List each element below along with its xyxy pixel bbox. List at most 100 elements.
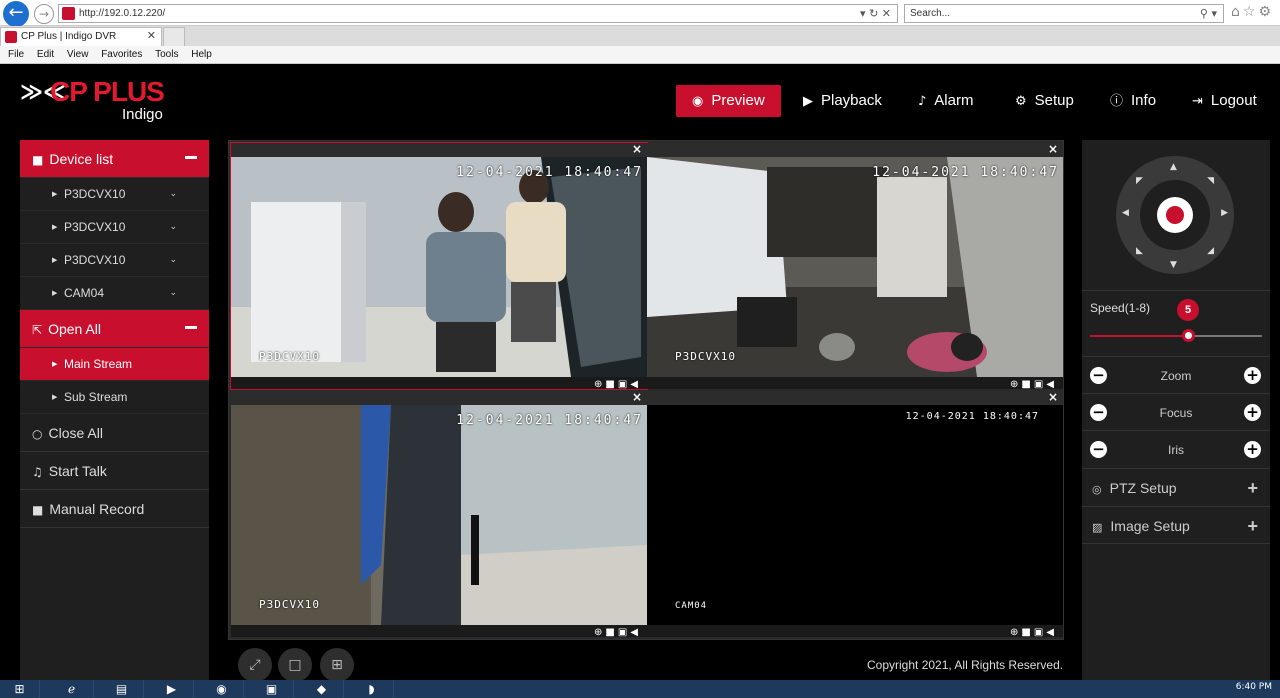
sub-stream-label: Sub Stream bbox=[64, 390, 128, 404]
tile-toolbar: ⊕■▣◀ bbox=[231, 377, 647, 390]
down-arrow-icon[interactable]: ▼ bbox=[1170, 260, 1177, 270]
main-stream-item[interactable]: ▶ Main Stream bbox=[20, 348, 209, 381]
close-icon[interactable]: × bbox=[1048, 142, 1058, 156]
tile-timestamp: 12-04-2021 18:40:47 bbox=[456, 165, 643, 180]
media-taskbar-icon[interactable]: ▶ bbox=[150, 680, 194, 698]
tab-row: CP Plus | Indigo DVR ✕ bbox=[0, 26, 1280, 46]
video-tile-2[interactable]: × 12-04-2021 18:40:47 P3DCVX10 ⊕■▣◀ bbox=[647, 142, 1063, 390]
focus-plus-button[interactable]: + bbox=[1244, 404, 1261, 421]
zoom-record-snapshot-audio-icons[interactable]: ⊕■▣◀ bbox=[1010, 379, 1057, 390]
app2-taskbar-icon[interactable]: ◗ bbox=[350, 680, 394, 698]
address-row: ← → http://192.0.12.220/ ▾ ↻ ✕ Search...… bbox=[0, 0, 1280, 27]
menu-edit[interactable]: Edit bbox=[37, 49, 54, 60]
zoom-record-snapshot-audio-icons[interactable]: ⊕■▣◀ bbox=[594, 627, 641, 638]
nav-alarm[interactable]: ♪ Alarm bbox=[918, 85, 973, 117]
ptz-joystick[interactable]: ▲ ▼ ◀ ▶ ◤ ◥ ◣ ◢ bbox=[1116, 156, 1234, 274]
anydesk-taskbar-icon[interactable]: ◆ bbox=[300, 680, 344, 698]
search-placeholder: Search... bbox=[910, 8, 951, 19]
expand-plus-icon[interactable]: + bbox=[1247, 507, 1258, 545]
collapse-icon[interactable] bbox=[185, 156, 197, 159]
close-all-label: Close All bbox=[48, 425, 103, 441]
video-tile-3[interactable]: × 12-04-2021 18:40:47 P3DCVX10 ⊕■▣◀ bbox=[231, 390, 647, 638]
video-icon: ■ bbox=[32, 503, 44, 517]
image-setup-section[interactable]: ▨ Image Setup + bbox=[1082, 506, 1270, 544]
up-right-arrow-icon[interactable]: ◥ bbox=[1207, 176, 1214, 186]
caret-right-icon: ▶ bbox=[52, 190, 58, 198]
device-label: P3DCVX10 bbox=[64, 253, 126, 267]
speed-slider-knob[interactable] bbox=[1182, 329, 1196, 342]
expand-plus-icon[interactable]: + bbox=[1247, 469, 1258, 507]
down-right-arrow-icon[interactable]: ◢ bbox=[1207, 246, 1214, 256]
fullscreen-icon[interactable]: ⤢ bbox=[238, 648, 272, 682]
single-view-icon[interactable]: □ bbox=[278, 648, 312, 682]
back-button[interactable]: ← bbox=[3, 1, 29, 27]
chrome-taskbar-icon[interactable]: ◉ bbox=[200, 680, 244, 698]
up-arrow-icon[interactable]: ▲ bbox=[1170, 162, 1177, 172]
nav-playback[interactable]: ▶ Playback bbox=[803, 85, 882, 117]
tab-close-icon[interactable]: ✕ bbox=[147, 28, 156, 45]
chevron-down-icon[interactable]: ⌄ bbox=[169, 178, 177, 211]
chevron-down-icon[interactable]: ⌄ bbox=[169, 277, 177, 310]
video-tile-1[interactable]: × 12-04-2021 18:40:47 P3DCVX10 ⊕■▣◀ bbox=[230, 142, 648, 390]
iris-plus-button[interactable]: + bbox=[1244, 441, 1261, 458]
close-icon[interactable]: × bbox=[632, 142, 642, 156]
manual-record-button[interactable]: ■ Manual Record bbox=[20, 490, 209, 528]
address-bar[interactable]: http://192.0.12.220/ ▾ ↻ ✕ bbox=[58, 4, 898, 23]
nav-setup[interactable]: ⚙ Setup bbox=[1015, 85, 1074, 117]
menu-file[interactable]: File bbox=[8, 49, 24, 60]
app-taskbar-icon[interactable]: ▣ bbox=[250, 680, 294, 698]
close-icon[interactable]: × bbox=[1048, 390, 1058, 404]
new-tab-button[interactable] bbox=[163, 27, 185, 46]
nav-preview[interactable]: ◉ Preview bbox=[676, 85, 781, 117]
zoom-record-snapshot-audio-icons[interactable]: ⊕■▣◀ bbox=[1010, 627, 1057, 638]
down-left-arrow-icon[interactable]: ◣ bbox=[1136, 246, 1143, 256]
home-star-gear-icons[interactable]: ⌂☆⚙ bbox=[1231, 4, 1274, 20]
device-item[interactable]: ▶ CAM04 ⌄ bbox=[20, 277, 209, 310]
tab-cp-plus[interactable]: CP Plus | Indigo DVR ✕ bbox=[0, 27, 162, 46]
open-all-header[interactable]: ⇱ Open All bbox=[20, 310, 209, 348]
external-link-icon: ⇱ bbox=[32, 323, 43, 337]
menu-favorites[interactable]: Favorites bbox=[101, 49, 142, 60]
nav-logout[interactable]: ⇥ Logout bbox=[1192, 85, 1257, 117]
zoom-record-snapshot-audio-icons[interactable]: ⊕■▣◀ bbox=[594, 379, 641, 390]
menu-help[interactable]: Help bbox=[191, 49, 212, 60]
logo-subbrand: Indigo bbox=[122, 106, 163, 123]
nav-info[interactable]: ⓘ Info bbox=[1110, 85, 1156, 117]
ptz-setup-section[interactable]: ◎ PTZ Setup + bbox=[1082, 468, 1270, 506]
video-feed[interactable] bbox=[231, 157, 647, 377]
device-list-header[interactable]: ■ Device list bbox=[20, 140, 209, 178]
caret-right-icon: ▶ bbox=[52, 289, 58, 297]
menu-view[interactable]: View bbox=[67, 49, 89, 60]
ie-taskbar-icon[interactable]: ℯ bbox=[50, 680, 94, 698]
device-item[interactable]: ▶ P3DCVX10 ⌄ bbox=[20, 178, 209, 211]
start-talk-button[interactable]: ♫ Start Talk bbox=[20, 452, 209, 490]
close-all-button[interactable]: ○ Close All bbox=[20, 414, 209, 452]
chevron-down-icon[interactable]: ⌄ bbox=[169, 211, 177, 244]
video-tile-4[interactable]: × 12-04-2021 18:40:47 CAM04 ⊕■▣◀ bbox=[647, 390, 1063, 638]
focus-control: − Focus + bbox=[1082, 393, 1270, 430]
left-arrow-icon[interactable]: ◀ bbox=[1122, 208, 1129, 218]
device-item[interactable]: ▶ P3DCVX10 ⌄ bbox=[20, 244, 209, 277]
close-icon[interactable]: × bbox=[632, 390, 642, 404]
search-icon[interactable]: ⚲ ▾ bbox=[1200, 5, 1217, 22]
chevron-down-icon[interactable]: ⌄ bbox=[169, 244, 177, 277]
forward-button[interactable]: → bbox=[34, 4, 54, 24]
video-feed[interactable] bbox=[231, 405, 647, 625]
speed-slider[interactable]: 5 bbox=[1090, 299, 1262, 342]
up-left-arrow-icon[interactable]: ◤ bbox=[1136, 176, 1143, 186]
sub-stream-item[interactable]: ▶ Sub Stream bbox=[20, 381, 209, 414]
video-feed[interactable] bbox=[647, 405, 1063, 625]
device-label: P3DCVX10 bbox=[64, 187, 126, 201]
tile-toolbar: ⊕■▣◀ bbox=[647, 625, 1063, 638]
video-feed[interactable] bbox=[647, 157, 1063, 377]
quad-view-icon[interactable]: ⊞ bbox=[320, 648, 354, 682]
start-button[interactable]: ⊞ bbox=[0, 680, 40, 698]
collapse-icon[interactable] bbox=[185, 326, 197, 329]
menu-tools[interactable]: Tools bbox=[155, 49, 178, 60]
refresh-icon[interactable]: ▾ ↻ ✕ bbox=[860, 5, 891, 22]
right-arrow-icon[interactable]: ▶ bbox=[1221, 208, 1228, 218]
zoom-in-button[interactable]: + bbox=[1244, 367, 1261, 384]
folder-taskbar-icon[interactable]: ▤ bbox=[100, 680, 144, 698]
search-box[interactable]: Search... ⚲ ▾ bbox=[904, 4, 1224, 23]
device-item[interactable]: ▶ P3DCVX10 ⌄ bbox=[20, 211, 209, 244]
